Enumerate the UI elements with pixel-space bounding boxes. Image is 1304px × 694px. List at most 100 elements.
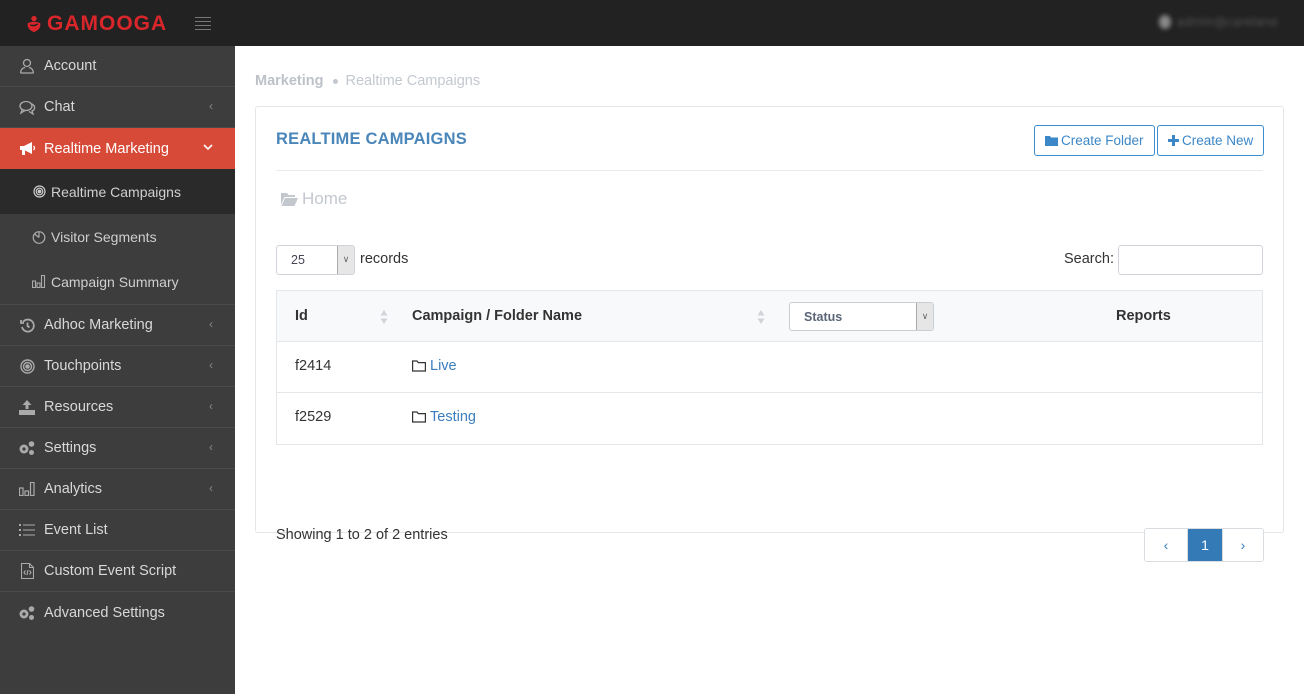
campaigns-table: Id Campaign / Folder Name Status ∨ Repor… [276, 290, 1263, 445]
create-new-label: Create New [1182, 133, 1254, 148]
folder-icon [412, 411, 426, 423]
column-header-id[interactable]: Id [295, 308, 308, 324]
brand-name: GAMOOGA [47, 12, 168, 35]
sidebar-subitem-label: Campaign Summary [51, 273, 179, 290]
sidebar-subitem-visitor-segments[interactable]: Visitor Segments [0, 214, 235, 259]
avatar [1158, 15, 1171, 29]
row-id: f2529 [295, 409, 332, 425]
sidebar-item-account[interactable]: Account [0, 46, 235, 87]
folder-link[interactable]: Live [412, 358, 457, 374]
target-icon [32, 185, 46, 198]
list-icon [17, 524, 37, 536]
create-folder-button[interactable]: Create Folder [1034, 125, 1155, 156]
sort-icon[interactable] [757, 309, 765, 325]
sidebar-item-label: Realtime Marketing [44, 140, 169, 157]
menu-toggle-icon[interactable] [195, 17, 211, 30]
sidebar-item-settings[interactable]: Settings ‹ [0, 428, 235, 469]
breadcrumb: Marketing Realtime Campaigns [255, 73, 480, 89]
gears-icon [17, 605, 37, 621]
page-button-current[interactable]: 1 [1188, 529, 1222, 561]
sort-icon[interactable] [380, 309, 388, 325]
sidebar-item-label: Analytics [44, 481, 103, 497]
row-id: f2414 [295, 358, 332, 374]
megaphone-icon [17, 141, 37, 156]
folder-icon [412, 360, 426, 372]
status-filter-value: Status [804, 309, 843, 324]
chevron-left-icon: ‹ [209, 481, 213, 495]
code-file-icon [17, 563, 37, 579]
user-menu[interactable]: admin@carelane [1158, 15, 1278, 29]
folder-link[interactable]: Testing [412, 409, 476, 425]
create-folder-label: Create Folder [1061, 133, 1144, 148]
chevron-left-icon: ‹ [209, 358, 213, 372]
chevron-left-icon: ‹ [209, 399, 213, 413]
folder-name[interactable]: Testing [430, 409, 476, 425]
sidebar-item-custom-event-script[interactable]: Custom Event Script [0, 551, 235, 592]
page-length-value: 25 [291, 253, 305, 267]
bar-chart-icon [17, 482, 37, 496]
status-filter-select[interactable]: Status ∨ [789, 302, 934, 331]
upload-icon [17, 399, 37, 415]
target-icon [17, 358, 37, 374]
sidebar-subitem-label: Realtime Campaigns [51, 183, 181, 200]
sidebar-item-label: Adhoc Marketing [44, 317, 153, 333]
page-title: REALTIME CAMPAIGNS [276, 130, 467, 148]
sidebar-subitem-realtime-campaigns[interactable]: Realtime Campaigns [0, 169, 235, 214]
chevron-down-icon: ∨ [337, 246, 354, 274]
search-label: Search: [1064, 251, 1114, 267]
plus-icon [1168, 135, 1179, 146]
sidebar-item-resources[interactable]: Resources ‹ [0, 387, 235, 428]
column-header-name[interactable]: Campaign / Folder Name [412, 308, 582, 324]
folder-path-home[interactable]: Home [281, 189, 347, 209]
folder-path-label: Home [302, 189, 348, 208]
chevron-down-icon: ∨ [916, 303, 933, 330]
sidebar-item-label: Resources [44, 399, 114, 415]
sidebar-item-label: Advanced Settings [44, 604, 165, 621]
folder-icon [1045, 136, 1058, 146]
breadcrumb-root[interactable]: Marketing [255, 73, 324, 89]
chevron-left-icon: ‹ [209, 317, 213, 331]
sidebar-subitem-campaign-summary[interactable]: Campaign Summary [0, 259, 235, 304]
next-page-button[interactable]: › [1222, 529, 1263, 561]
chevron-left-icon: ‹ [209, 440, 213, 454]
user-icon [17, 58, 37, 74]
gears-icon [17, 440, 37, 456]
column-header-reports: Reports [1116, 308, 1171, 324]
sidebar-item-label: Touchpoints [44, 358, 122, 374]
chevron-down-icon [203, 140, 213, 154]
search-input[interactable] [1118, 245, 1263, 275]
folder-name[interactable]: Live [430, 358, 457, 374]
bar-chart-icon [32, 275, 46, 288]
brand-logo[interactable]: GAMOOGA [25, 12, 167, 36]
table-header: Id Campaign / Folder Name Status ∨ Repor… [277, 291, 1262, 342]
sidebar-item-touchpoints[interactable]: Touchpoints ‹ [0, 346, 235, 387]
campaigns-card: REALTIME CAMPAIGNS Create Folder Create … [255, 106, 1284, 562]
previous-page-button[interactable]: ‹ [1145, 529, 1188, 561]
create-new-button[interactable]: Create New [1157, 125, 1265, 156]
sidebar-subitem-label: Visitor Segments [51, 228, 157, 245]
sidebar-item-label: Event List [44, 522, 108, 538]
user-email: admin@carelane [1176, 15, 1278, 29]
sidebar-item-label: Account [44, 58, 97, 74]
page-length-select[interactable]: 25 ∨ [276, 245, 355, 275]
history-icon [17, 318, 37, 333]
records-label: records [360, 251, 409, 267]
pagination: ‹ 1 › [1144, 528, 1264, 562]
sidebar-item-label: Chat [44, 99, 75, 115]
sidebar-item-chat[interactable]: Chat ‹ [0, 87, 235, 128]
pie-chart-icon [32, 230, 46, 244]
sidebar-item-label: Settings [44, 440, 97, 456]
sidebar-item-adhoc-marketing[interactable]: Adhoc Marketing ‹ [0, 305, 235, 346]
breadcrumb-current: Realtime Campaigns [345, 73, 481, 89]
table-row: f2414 Live [277, 342, 1262, 393]
sidebar-item-label: Custom Event Script [44, 563, 177, 579]
table-info: Showing 1 to 2 of 2 entries [276, 527, 448, 543]
top-bar: GAMOOGA admin@carelane [0, 0, 1304, 46]
sidebar-item-event-list[interactable]: Event List [0, 510, 235, 551]
sidebar-item-analytics[interactable]: Analytics ‹ [0, 469, 235, 510]
sidebar-item-realtime-marketing[interactable]: Realtime Marketing [0, 128, 235, 169]
sidebar-item-advanced-settings[interactable]: Advanced Settings [0, 592, 235, 633]
main-content: Marketing Realtime Campaigns REALTIME CA… [235, 46, 1304, 694]
folder-open-icon [281, 192, 298, 206]
divider [276, 170, 1263, 171]
